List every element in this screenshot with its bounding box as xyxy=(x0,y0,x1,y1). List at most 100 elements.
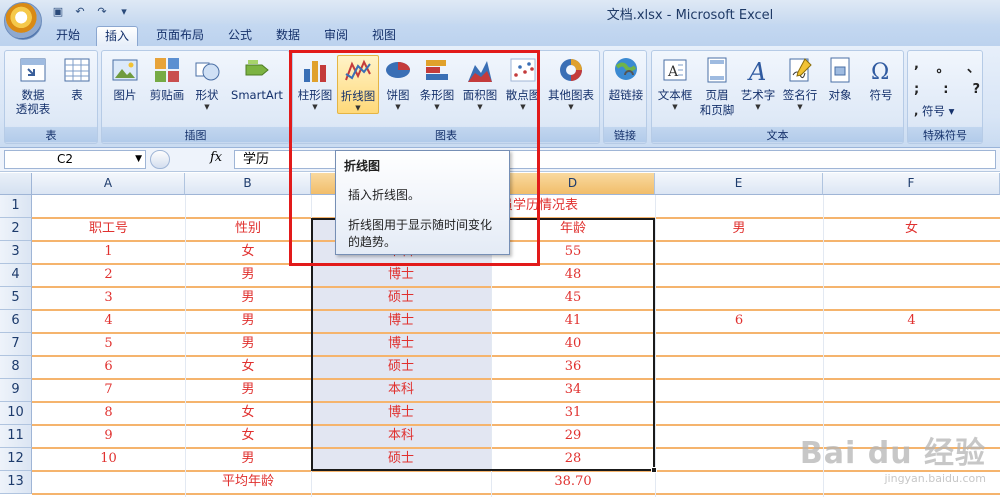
cell-gender[interactable]: 男 xyxy=(185,264,311,286)
column-chart-icon xyxy=(304,61,326,82)
wordart-button[interactable]: A 艺术字 ▼ xyxy=(738,55,778,112)
tab-page-layout[interactable]: 页面布局 xyxy=(148,26,212,46)
table-button[interactable]: 表 xyxy=(59,55,95,103)
tab-home[interactable]: 开始 xyxy=(48,26,88,46)
row-header-1[interactable]: 1 xyxy=(0,195,32,218)
cell-gender[interactable]: 男 xyxy=(185,333,311,355)
cell-id[interactable]: 2 xyxy=(32,264,185,286)
smartart-button[interactable]: SmartArt xyxy=(228,55,286,103)
row-header-13[interactable]: 13 xyxy=(0,471,32,494)
header-female[interactable]: 女 xyxy=(823,218,1000,240)
group-label-links: 链接 xyxy=(604,127,646,142)
column-header-b[interactable]: B xyxy=(185,173,311,195)
column-header-a[interactable]: A xyxy=(32,173,185,195)
cell-id[interactable]: 4 xyxy=(32,310,185,332)
shapes-icon xyxy=(195,62,220,81)
cell-id[interactable]: 6 xyxy=(32,356,185,378)
average-age-label[interactable]: 平均年龄 xyxy=(185,471,311,493)
row-header-4[interactable]: 4 xyxy=(0,264,32,287)
row-header-6[interactable]: 6 xyxy=(0,310,32,333)
header-footer-button[interactable]: 页眉 和页脚 xyxy=(698,55,736,118)
insert-function-icon[interactable]: fx xyxy=(210,150,222,165)
cell-gender[interactable]: 男 xyxy=(185,448,311,470)
header-footer-icon xyxy=(707,57,727,83)
shapes-button[interactable]: 形状 ▼ xyxy=(190,55,224,112)
pivottable-button[interactable]: 数据 透视表 xyxy=(11,55,55,116)
cell-gender[interactable]: 女 xyxy=(185,402,311,424)
column-header-f[interactable]: F xyxy=(823,173,1000,195)
cell-id[interactable]: 9 xyxy=(32,425,185,447)
header-employee-id[interactable]: 职工号 xyxy=(32,218,185,240)
cell-id[interactable]: 1 xyxy=(32,241,185,263)
cell-male-count[interactable]: 6 xyxy=(655,310,823,332)
area-chart-button[interactable]: 面积图 ▼ xyxy=(459,55,501,112)
pie-chart-button[interactable]: 饼图 ▼ xyxy=(383,55,413,112)
cell-gender[interactable]: 女 xyxy=(185,241,311,263)
cell-id[interactable]: 3 xyxy=(32,287,185,309)
picture-button[interactable]: 图片 xyxy=(106,55,144,103)
average-age-value[interactable]: 38.70 xyxy=(491,471,655,493)
name-box-dropdown-icon[interactable]: ▼ xyxy=(135,151,142,168)
group-links: 超链接 链接 xyxy=(603,50,647,144)
name-box[interactable]: C2 ▼ xyxy=(4,150,146,169)
row-header-12[interactable]: 12 xyxy=(0,448,32,471)
scatter-chart-button[interactable]: 散点图 ▼ xyxy=(503,55,543,112)
cell-gender[interactable]: 女 xyxy=(185,425,311,447)
cell-gender[interactable]: 女 xyxy=(185,356,311,378)
row-header-11[interactable]: 11 xyxy=(0,425,32,448)
symbol-period[interactable]: 。 xyxy=(936,57,949,76)
symbol-comma[interactable]: , xyxy=(914,57,919,76)
tab-formulas[interactable]: 公式 xyxy=(222,26,258,46)
symbol-button[interactable]: Ω 符号 xyxy=(862,55,900,103)
object-button[interactable]: 对象 xyxy=(822,55,858,103)
hyperlink-button[interactable]: 超链接 xyxy=(606,55,646,103)
col-divider xyxy=(655,195,656,497)
tab-view[interactable]: 视图 xyxy=(366,26,402,46)
row-header-3[interactable]: 3 xyxy=(0,241,32,264)
header-gender[interactable]: 性别 xyxy=(185,218,311,240)
symbol-enum-comma[interactable]: 、 xyxy=(967,57,980,76)
column-header-d[interactable]: D xyxy=(491,173,655,195)
row-header-2[interactable]: 2 xyxy=(0,218,32,241)
cell-gender[interactable]: 男 xyxy=(185,379,311,401)
sheet-title[interactable]: 员学历情况表 xyxy=(500,195,650,217)
row-header-9[interactable]: 9 xyxy=(0,379,32,402)
special-symbol-grid: , 。 、 ; : ? , 符号 ▾ xyxy=(914,57,980,119)
cell-id[interactable]: 8 xyxy=(32,402,185,424)
symbol-question[interactable]: ? xyxy=(972,82,980,97)
group-label-charts: 图表 xyxy=(293,127,599,142)
bar-chart-button[interactable]: 条形图 ▼ xyxy=(417,55,457,112)
cell-gender[interactable]: 男 xyxy=(185,287,311,309)
header-male[interactable]: 男 xyxy=(655,218,823,240)
clipart-button[interactable]: 剪贴画 xyxy=(146,55,188,103)
tooltip-title: 折线图 xyxy=(344,159,381,173)
line-chart-button[interactable]: 折线图 ▼ xyxy=(337,55,379,114)
pivottable-icon xyxy=(20,58,46,82)
other-charts-button[interactable]: 其他图表 ▼ xyxy=(545,55,597,112)
symbol-colon[interactable]: : xyxy=(943,82,948,97)
row-header-7[interactable]: 7 xyxy=(0,333,32,356)
select-all-corner[interactable] xyxy=(0,173,32,195)
cell-id[interactable]: 10 xyxy=(32,448,185,470)
tab-review[interactable]: 审阅 xyxy=(318,26,354,46)
column-header-e[interactable]: E xyxy=(655,173,823,195)
tab-insert[interactable]: 插入 xyxy=(96,26,138,46)
cell-female-count[interactable]: 4 xyxy=(823,310,1000,332)
column-chart-button[interactable]: 柱形图 ▼ xyxy=(295,55,335,112)
row-header-5[interactable]: 5 xyxy=(0,287,32,310)
area-chart-icon xyxy=(468,61,492,82)
textbox-button[interactable]: A 文本框 ▼ xyxy=(654,55,696,112)
row-header-8[interactable]: 8 xyxy=(0,356,32,379)
scatter-chart-icon xyxy=(510,58,536,82)
tab-data[interactable]: 数据 xyxy=(270,26,306,46)
cell-id[interactable]: 7 xyxy=(32,379,185,401)
office-button[interactable] xyxy=(4,2,42,40)
signature-line-button[interactable]: 签名行 ▼ xyxy=(780,55,820,112)
expand-handle[interactable] xyxy=(150,150,170,169)
fill-handle[interactable] xyxy=(651,467,657,473)
special-symbol-dropdown[interactable]: , 符号 ▾ xyxy=(914,103,980,119)
row-header-10[interactable]: 10 xyxy=(0,402,32,425)
symbol-semicolon[interactable]: ; xyxy=(914,82,919,97)
cell-id[interactable]: 5 xyxy=(32,333,185,355)
cell-gender[interactable]: 男 xyxy=(185,310,311,332)
